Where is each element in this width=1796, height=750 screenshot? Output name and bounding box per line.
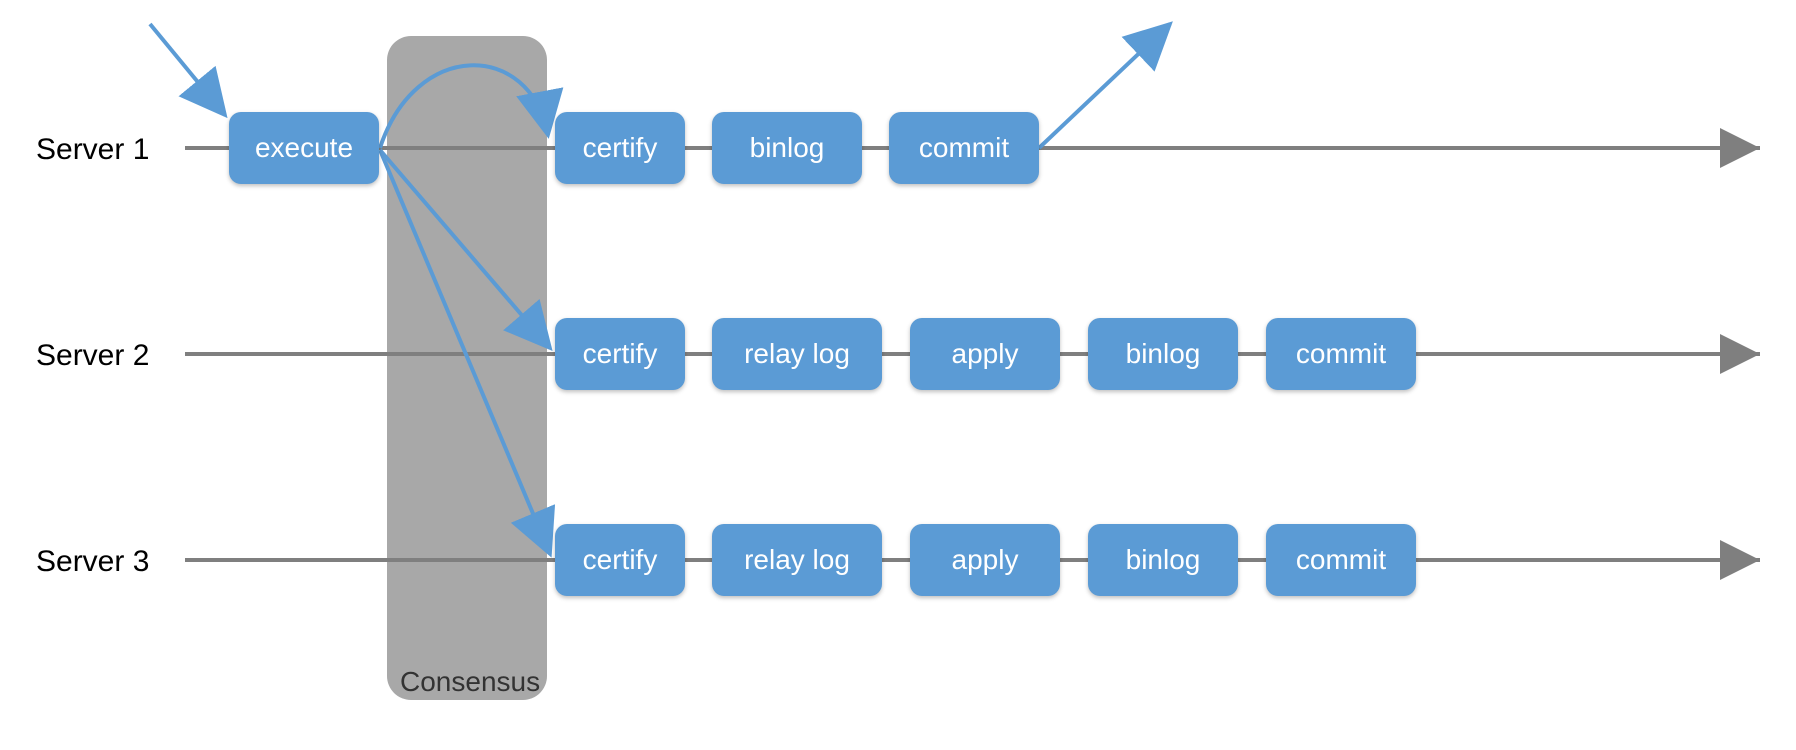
certify-box-row3: certify (555, 524, 685, 596)
binlog-box-row2: binlog (1088, 318, 1238, 390)
server-1-label: Server 1 (36, 133, 149, 167)
commit-box-row3: commit (1266, 524, 1416, 596)
apply-box-row3: apply (910, 524, 1060, 596)
apply-box-row2: apply (910, 318, 1060, 390)
certify-box-row1: certify (555, 112, 685, 184)
commit-box-row1: commit (889, 112, 1039, 184)
consensus-label: Consensus (400, 666, 540, 698)
commit-box-row2: commit (1266, 318, 1416, 390)
relay-log-box-row3: relay log (712, 524, 882, 596)
server-3-label: Server 3 (36, 545, 149, 579)
certify-box-row2: certify (555, 318, 685, 390)
execute-box: execute (229, 112, 379, 184)
relay-log-box-row2: relay log (712, 318, 882, 390)
binlog-box-row1: binlog (712, 112, 862, 184)
server-2-label: Server 2 (36, 339, 149, 373)
consensus-panel (387, 36, 547, 700)
binlog-box-row3: binlog (1088, 524, 1238, 596)
